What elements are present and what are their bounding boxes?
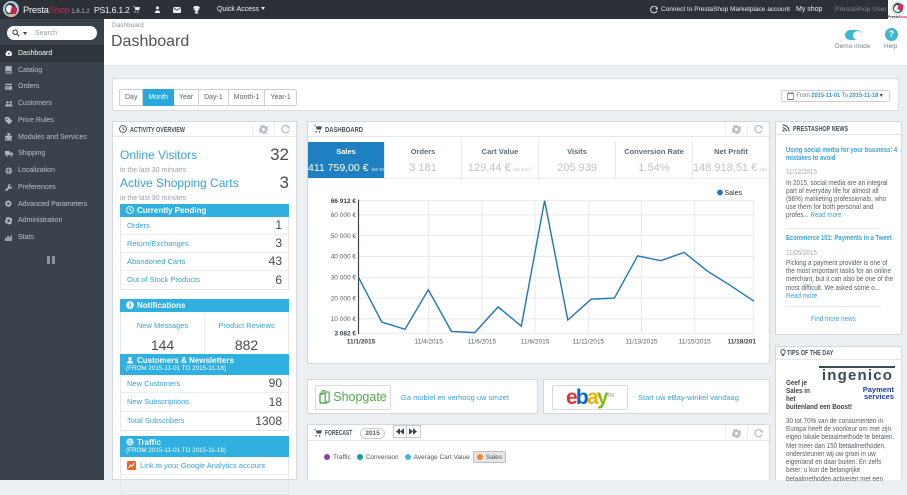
svg-text:50 000 €: 50 000 € xyxy=(331,233,357,240)
svg-text:11/6/2015: 11/6/2015 xyxy=(468,339,497,346)
svg-text:10 000 €: 10 000 € xyxy=(331,316,357,323)
svg-text:11/1/2015: 11/1/2015 xyxy=(347,339,376,346)
svg-text:11/8/2015: 11/8/2015 xyxy=(521,339,550,346)
svg-text:Sales: Sales xyxy=(725,190,743,197)
svg-text:11/4/2015: 11/4/2015 xyxy=(414,339,443,346)
svg-text:11/13/2015: 11/13/2015 xyxy=(625,339,657,346)
svg-text:11/15/2015: 11/15/2015 xyxy=(679,339,711,346)
svg-text:3 082 €: 3 082 € xyxy=(334,331,356,338)
svg-text:60 000 €: 60 000 € xyxy=(331,212,357,219)
svg-text:40 000 €: 40 000 € xyxy=(331,254,357,261)
svg-text:30 000 €: 30 000 € xyxy=(331,275,357,282)
svg-text:20 000 €: 20 000 € xyxy=(331,295,357,302)
svg-text:11/18/201: 11/18/201 xyxy=(727,339,756,346)
svg-text:66 912 €: 66 912 € xyxy=(331,198,357,205)
svg-text:11/11/2015: 11/11/2015 xyxy=(573,339,605,346)
